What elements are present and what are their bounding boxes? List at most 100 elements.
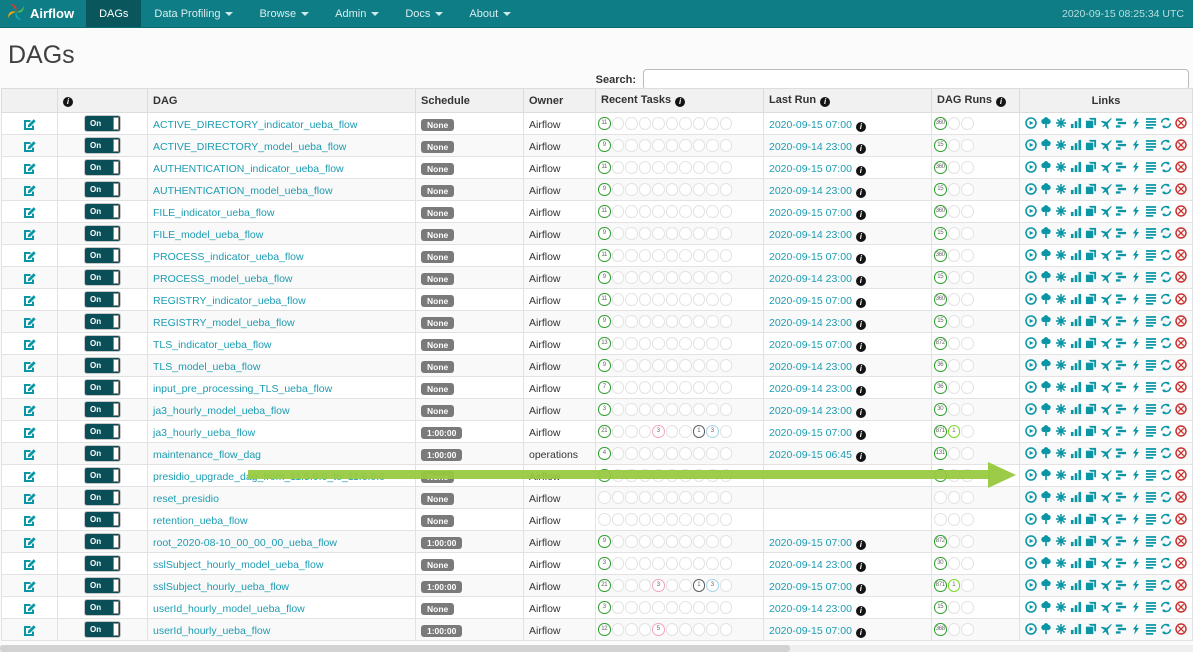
nav-item-data-profiling[interactable]: Data Profiling [141, 0, 246, 27]
gantt-icon[interactable] [1115, 621, 1127, 639]
dag-name-link[interactable]: userId_hourly_ueba_flow [153, 625, 270, 637]
landing-times-icon[interactable] [1100, 379, 1112, 397]
refresh-icon[interactable] [1160, 423, 1172, 441]
task-duration-icon[interactable] [1070, 489, 1082, 507]
edit-dag-icon[interactable] [7, 403, 52, 416]
toggle-knob[interactable] [113, 117, 119, 130]
code-view-icon[interactable] [1130, 555, 1142, 573]
dag-on-off-toggle[interactable]: On [85, 402, 120, 417]
refresh-icon[interactable] [1160, 379, 1172, 397]
toggle-knob[interactable] [113, 447, 119, 460]
delete-icon[interactable] [1175, 137, 1187, 155]
last-run-link[interactable]: 2020-09-14 23:00 [769, 383, 852, 395]
logs-icon[interactable] [1145, 269, 1157, 287]
run-success-circle[interactable]: 368 [934, 623, 947, 636]
task-success-circle[interactable]: 9 [598, 315, 611, 328]
trigger-dag-icon[interactable] [1025, 401, 1037, 419]
task-duration-icon[interactable] [1070, 423, 1082, 441]
refresh-icon[interactable] [1160, 533, 1172, 551]
delete-icon[interactable] [1175, 225, 1187, 243]
landing-times-icon[interactable] [1100, 445, 1112, 463]
toggle-knob[interactable] [113, 381, 119, 394]
task-tries-icon[interactable] [1085, 159, 1097, 177]
tree-view-icon[interactable] [1040, 313, 1052, 331]
task-tries-icon[interactable] [1085, 379, 1097, 397]
task-success-circle[interactable]: 9 [598, 271, 611, 284]
landing-times-icon[interactable] [1100, 511, 1112, 529]
dag-name-link[interactable]: AUTHENTICATION_model_ueba_flow [153, 185, 333, 197]
last-run-link[interactable]: 2020-09-15 07:00 [769, 537, 852, 549]
code-view-icon[interactable] [1130, 225, 1142, 243]
task-success-circle[interactable]: 3 [598, 557, 611, 570]
task-success-circle[interactable]: 21 [598, 579, 611, 592]
delete-icon[interactable] [1175, 115, 1187, 133]
delete-icon[interactable] [1175, 357, 1187, 375]
delete-icon[interactable] [1175, 335, 1187, 353]
search-input[interactable] [643, 69, 1189, 90]
graph-view-icon[interactable] [1055, 489, 1067, 507]
refresh-icon[interactable] [1160, 621, 1172, 639]
dag-name-link[interactable]: maintenance_flow_dag [153, 449, 261, 461]
gantt-icon[interactable] [1115, 489, 1127, 507]
landing-times-icon[interactable] [1100, 401, 1112, 419]
edit-dag-icon[interactable] [7, 337, 52, 350]
graph-view-icon[interactable] [1055, 511, 1067, 529]
logs-icon[interactable] [1145, 313, 1157, 331]
edit-dag-icon[interactable] [7, 227, 52, 240]
run-running-circle[interactable]: 1 [948, 425, 961, 438]
dag-on-off-toggle[interactable]: On [85, 512, 120, 527]
gantt-icon[interactable] [1115, 159, 1127, 177]
logs-icon[interactable] [1145, 247, 1157, 265]
run-success-circle[interactable]: 36 [934, 359, 947, 372]
trigger-dag-icon[interactable] [1025, 159, 1037, 177]
tree-view-icon[interactable] [1040, 291, 1052, 309]
task-success-circle[interactable]: 9 [598, 359, 611, 372]
tree-view-icon[interactable] [1040, 599, 1052, 617]
task-duration-icon[interactable] [1070, 225, 1082, 243]
delete-icon[interactable] [1175, 621, 1187, 639]
gantt-icon[interactable] [1115, 401, 1127, 419]
landing-times-icon[interactable] [1100, 115, 1112, 133]
tree-view-icon[interactable] [1040, 577, 1052, 595]
code-view-icon[interactable] [1130, 313, 1142, 331]
landing-times-icon[interactable] [1100, 599, 1112, 617]
graph-view-icon[interactable] [1055, 313, 1067, 331]
edit-dag-icon[interactable] [7, 491, 52, 504]
task-success-circle[interactable]: 21 [598, 425, 611, 438]
task-duration-icon[interactable] [1070, 445, 1082, 463]
task-duration-icon[interactable] [1070, 181, 1082, 199]
task-tries-icon[interactable] [1085, 291, 1097, 309]
refresh-icon[interactable] [1160, 313, 1172, 331]
toggle-knob[interactable] [113, 293, 119, 306]
landing-times-icon[interactable] [1100, 577, 1112, 595]
task-duration-icon[interactable] [1070, 379, 1082, 397]
run-success-circle[interactable]: 360 [934, 205, 947, 218]
last-run-link[interactable]: 2020-09-14 23:00 [769, 185, 852, 197]
refresh-icon[interactable] [1160, 115, 1172, 133]
tree-view-icon[interactable] [1040, 401, 1052, 419]
landing-times-icon[interactable] [1100, 225, 1112, 243]
landing-times-icon[interactable] [1100, 159, 1112, 177]
toggle-knob[interactable] [113, 205, 119, 218]
task-duration-icon[interactable] [1070, 269, 1082, 287]
task-success-circle[interactable]: 13 [598, 337, 611, 350]
gantt-icon[interactable] [1115, 357, 1127, 375]
run-running-circle[interactable]: 1 [948, 579, 961, 592]
refresh-icon[interactable] [1160, 159, 1172, 177]
task-tries-icon[interactable] [1085, 511, 1097, 529]
delete-icon[interactable] [1175, 533, 1187, 551]
edit-dag-icon[interactable] [7, 447, 52, 460]
last-run-link[interactable]: 2020-09-14 23:00 [769, 273, 852, 285]
last-run-link[interactable]: 2020-09-14 23:00 [769, 229, 852, 241]
dag-name-link[interactable]: sslSubject_hourly_model_ueba_flow [153, 559, 323, 571]
gantt-icon[interactable] [1115, 533, 1127, 551]
toggle-knob[interactable] [113, 579, 119, 592]
dag-on-off-toggle[interactable]: On [85, 270, 120, 285]
dag-on-off-toggle[interactable]: On [85, 424, 120, 439]
tree-view-icon[interactable] [1040, 203, 1052, 221]
landing-times-icon[interactable] [1100, 533, 1112, 551]
trigger-dag-icon[interactable] [1025, 599, 1037, 617]
code-view-icon[interactable] [1130, 159, 1142, 177]
task-tries-icon[interactable] [1085, 225, 1097, 243]
landing-times-icon[interactable] [1100, 467, 1112, 485]
